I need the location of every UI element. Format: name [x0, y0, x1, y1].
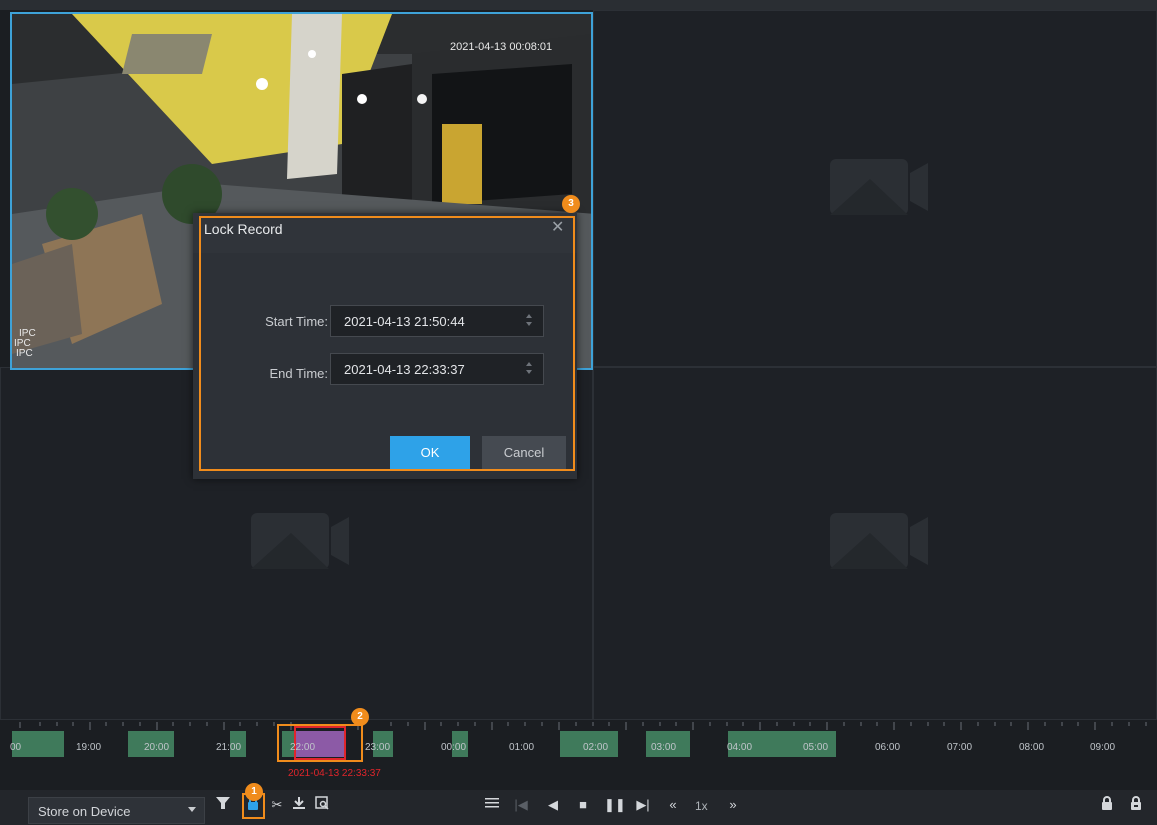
timeline-label: 09:00 — [1090, 742, 1116, 753]
timeline-label: 07:00 — [947, 742, 973, 753]
callout-badge: 2 — [351, 708, 369, 726]
timeline-label: 00:00 — [441, 742, 467, 753]
timeline-label: 04:00 — [727, 742, 753, 753]
camera-placeholder-icon — [830, 513, 928, 569]
download-icon[interactable] — [290, 796, 308, 814]
lock-list-icon[interactable] — [1098, 796, 1116, 814]
timeline-label: 00 — [10, 742, 22, 753]
timeline-label: 20:00 — [144, 742, 170, 753]
lock-all-icon[interactable] — [1127, 796, 1145, 814]
timeline-label: 23:00 — [365, 742, 391, 753]
timeline-label: 02:00 — [583, 742, 609, 753]
storage-select[interactable]: Store on Device — [28, 797, 205, 824]
timeline-label: 05:00 — [803, 742, 829, 753]
timeline-label: 06:00 — [875, 742, 901, 753]
align-icon[interactable] — [483, 796, 501, 814]
timeline-label: 19:00 — [76, 742, 102, 753]
filter-icon[interactable] — [214, 796, 232, 814]
timeline-label: 22:00 — [290, 742, 316, 753]
stop-icon[interactable]: ■ — [574, 796, 592, 814]
timeline-label: 01:00 — [509, 742, 535, 753]
playback-toolbar: Store on Device ✂ |◀ ◀ ■ ❚❚ ▶| « 1x » — [0, 790, 1157, 825]
timeline-label: 08:00 — [1019, 742, 1045, 753]
video-pane-2[interactable] — [593, 10, 1157, 367]
channel-label: IPC — [16, 348, 33, 359]
video-pane-4[interactable] — [593, 367, 1157, 720]
timeline-label: 21:00 — [216, 742, 242, 753]
pause-icon[interactable]: ❚❚ — [604, 796, 626, 814]
next-frame-icon[interactable]: ▶| — [634, 796, 652, 814]
scissors-icon[interactable]: ✂ — [268, 796, 286, 814]
camera-placeholder-icon — [251, 513, 349, 569]
playback-speed: 1x — [695, 799, 708, 813]
chevron-down-icon — [188, 807, 196, 812]
video-timestamp: 2021-04-13 00:08:01 — [450, 41, 553, 53]
timeline[interactable]: 00 19:00 20:00 21:00 22:00 23:00 00:00 0… — [0, 722, 1157, 788]
callout-badge: 1 — [245, 783, 263, 801]
camera-placeholder-icon — [830, 159, 928, 215]
slow-icon[interactable]: « — [664, 796, 682, 814]
callout-badge: 3 — [562, 195, 580, 213]
dialog-highlight — [199, 216, 575, 471]
timeline-label: 03:00 — [651, 742, 677, 753]
top-bar — [0, 0, 1157, 10]
prev-frame-icon[interactable]: |◀ — [512, 796, 530, 814]
play-reverse-icon[interactable]: ◀ — [544, 796, 562, 814]
cursor-time-label: 2021-04-13 22:33:37 — [288, 768, 381, 779]
storage-select-value: Store on Device — [38, 804, 131, 819]
fast-icon[interactable]: » — [724, 796, 742, 814]
search-record-icon[interactable] — [313, 796, 331, 814]
